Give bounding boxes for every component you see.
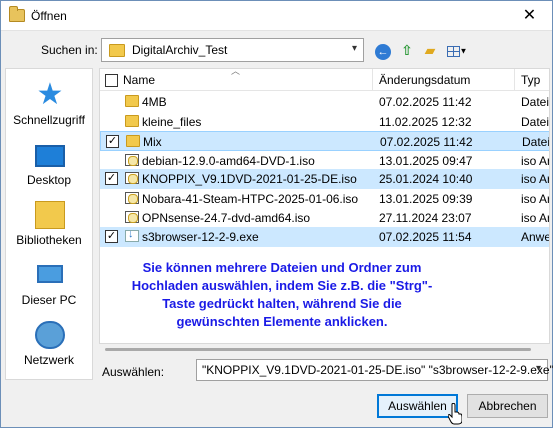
- column-header: ︿ Name Änderungsdatum Typ: [100, 68, 549, 91]
- quick-access-star-icon: ★: [36, 78, 64, 111]
- file-row[interactable]: ✓ Mix 07.02.2025 11:42 Dateio: [100, 131, 550, 151]
- selection-value[interactable]: "KNOPPIX_V9.1DVD-2021-01-25-DE.iso" "s3b…: [202, 363, 553, 377]
- file-type: Anwe: [521, 230, 550, 244]
- file-date: 13.01.2025 09:39: [379, 192, 473, 206]
- file-type: iso Ar: [521, 172, 550, 186]
- up-folder-button[interactable]: ⇧: [397, 39, 417, 61]
- close-button[interactable]: ✕: [507, 1, 552, 30]
- folder-app-icon: [9, 6, 25, 22]
- place-network[interactable]: Netzwerk: [6, 317, 92, 375]
- back-button[interactable]: ←: [373, 39, 393, 61]
- file-type: Dateio: [522, 135, 550, 149]
- place-label: Bibliotheken: [16, 233, 82, 247]
- column-type[interactable]: Typ: [521, 73, 540, 87]
- new-folder-button[interactable]: ▰: [420, 39, 440, 61]
- this-pc-icon: [37, 265, 63, 283]
- place-label: Dieser PC: [21, 293, 77, 307]
- file-row[interactable]: 4MB 07.02.2025 11:42 Dateio: [100, 92, 550, 112]
- column-divider[interactable]: [514, 69, 515, 91]
- folder-icon: [109, 44, 125, 57]
- column-name[interactable]: Name: [123, 73, 155, 87]
- file-type: Dateio: [521, 115, 550, 129]
- disc-image-icon: [125, 192, 139, 204]
- lookin-dropdown[interactable]: DigitalArchiv_Test ▾: [101, 38, 364, 62]
- file-name: KNOPPIX_V9.1DVD-2021-01-25-DE.iso: [142, 172, 357, 186]
- folder-icon: [125, 95, 139, 107]
- file-date: 13.01.2025 09:47: [379, 154, 473, 168]
- new-folder-icon: ▰: [424, 42, 436, 58]
- window-title: Öffnen: [31, 9, 67, 23]
- place-libraries[interactable]: Bibliotheken: [6, 197, 92, 255]
- up-folder-icon: ⇧: [401, 42, 413, 58]
- disc-image-icon: [125, 154, 139, 166]
- place-quick-access[interactable]: ★ Schnellzugriff: [6, 77, 92, 135]
- file-name: Nobara-41-Steam-HTPC-2025-01-06.iso: [142, 192, 359, 206]
- view-menu-icon: [446, 45, 460, 57]
- file-name: kleine_files: [142, 115, 202, 129]
- sort-ascending-icon: ︿: [231, 68, 241, 76]
- file-date: 11.02.2025 12:32: [379, 115, 472, 129]
- title-bar: Öffnen ✕: [1, 1, 552, 31]
- place-this-pc[interactable]: Dieser PC: [6, 257, 92, 315]
- file-row[interactable]: ✓ KNOPPIX_V9.1DVD-2021-01-25-DE.iso 25.0…: [100, 169, 550, 189]
- cancel-button[interactable]: Abbrechen: [467, 394, 548, 418]
- places-bar: ★ Schnellzugriff Desktop Bibliotheken Di…: [5, 68, 93, 380]
- file-name: s3browser-12-2-9.exe: [142, 230, 259, 244]
- column-divider[interactable]: [372, 69, 373, 91]
- file-date: 07.02.2025 11:42: [379, 95, 472, 109]
- file-row[interactable]: Nobara-41-Steam-HTPC-2025-01-06.iso 13.0…: [100, 189, 550, 209]
- disc-image-icon: [125, 172, 139, 184]
- file-date: 07.02.2025 11:54: [379, 230, 472, 244]
- folder-icon: [125, 115, 139, 127]
- file-name: 4MB: [142, 95, 167, 109]
- desktop-icon: [35, 145, 65, 167]
- open-dialog: Öffnen ✕ Suchen in: DigitalArchiv_Test ▾…: [0, 0, 553, 428]
- place-label: Netzwerk: [23, 353, 74, 367]
- installer-icon: [125, 228, 139, 242]
- selection-label: Auswählen:: [102, 365, 165, 379]
- scrollbar-thumb[interactable]: [105, 348, 531, 351]
- view-menu-button[interactable]: ▼: [444, 39, 470, 61]
- row-checkbox[interactable]: ✓: [106, 135, 119, 148]
- select-all-checkbox[interactable]: [105, 74, 118, 87]
- file-name: Mix: [143, 135, 162, 149]
- multi-select-hint: Sie können mehrere Dateien und Ordner zu…: [131, 260, 433, 329]
- file-type: Dateio: [521, 95, 550, 109]
- libraries-icon: [35, 201, 65, 229]
- file-type: iso Ar: [521, 192, 550, 206]
- file-date: 25.01.2024 10:40: [379, 172, 473, 186]
- row-checkbox[interactable]: ✓: [105, 172, 118, 185]
- place-desktop[interactable]: Desktop: [6, 137, 92, 195]
- file-date: 27.11.2024 23:07: [379, 211, 472, 225]
- lookin-value: DigitalArchiv_Test: [132, 43, 228, 57]
- column-date[interactable]: Änderungsdatum: [379, 73, 470, 87]
- file-row[interactable]: ✓ s3browser-12-2-9.exe 07.02.2025 11:54 …: [100, 227, 550, 247]
- disc-image-icon: [125, 211, 139, 223]
- place-label: Schnellzugriff: [13, 113, 85, 127]
- file-name: OPNsense-24.7-dvd-amd64.iso: [142, 211, 311, 225]
- chevron-down-icon[interactable]: ▾: [536, 363, 541, 374]
- horizontal-scrollbar[interactable]: [99, 346, 550, 354]
- lookin-label: Suchen in:: [41, 43, 98, 57]
- file-row[interactable]: kleine_files 11.02.2025 12:32 Dateio: [100, 112, 550, 132]
- file-name: debian-12.9.0-amd64-DVD-1.iso: [142, 154, 315, 168]
- file-row[interactable]: OPNsense-24.7-dvd-amd64.iso 27.11.2024 2…: [100, 208, 550, 228]
- network-icon: [35, 321, 65, 349]
- file-date: 07.02.2025 11:42: [380, 135, 473, 149]
- chevron-down-icon: ▼: [459, 46, 468, 56]
- back-arrow-icon: ←: [375, 44, 391, 60]
- place-label: Desktop: [26, 173, 72, 187]
- file-row[interactable]: debian-12.9.0-amd64-DVD-1.iso 13.01.2025…: [100, 151, 550, 171]
- select-button[interactable]: Auswählen: [377, 394, 458, 418]
- chevron-down-icon: ▾: [351, 43, 357, 54]
- folder-icon: [126, 135, 140, 147]
- selection-combobox[interactable]: "KNOPPIX_V9.1DVD-2021-01-25-DE.iso" "s3b…: [196, 359, 553, 381]
- mouse-cursor-icon: [448, 403, 462, 425]
- file-type: iso Ar: [521, 154, 550, 168]
- file-type: iso Ar: [521, 211, 550, 225]
- row-checkbox[interactable]: ✓: [105, 230, 118, 243]
